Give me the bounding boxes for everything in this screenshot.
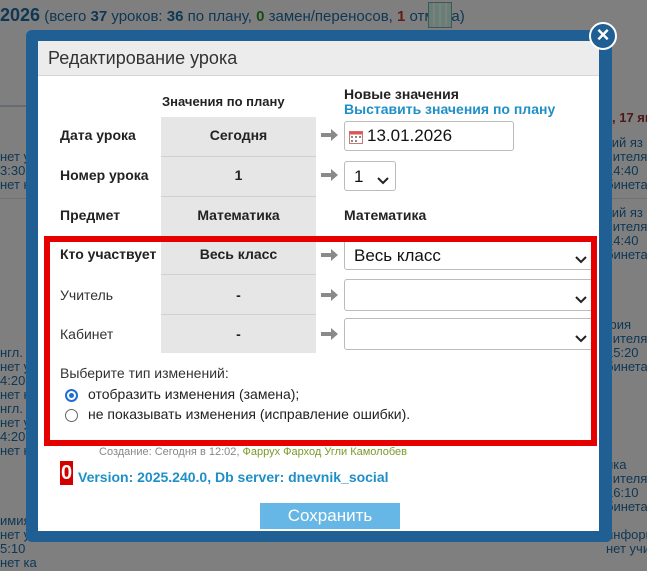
participants-value: Весь класс xyxy=(354,246,441,265)
divider xyxy=(161,314,316,315)
lesson-number-select[interactable]: 1 xyxy=(344,161,396,191)
option-hide-changes-label[interactable]: не показывать изменения (исправление оши… xyxy=(88,406,410,422)
new-values-header: Новые значения xyxy=(344,86,459,102)
divider xyxy=(161,274,316,275)
chevron-down-icon xyxy=(575,250,587,264)
divider xyxy=(161,196,316,197)
created-info: Создание: Сегодня в 12:02, Фаррух Фарход… xyxy=(99,446,407,458)
error-count-badge: 0 xyxy=(60,461,73,485)
save-button[interactable]: Сохранить xyxy=(260,503,400,529)
date-input[interactable]: 13.01.2026 xyxy=(344,121,514,151)
divider xyxy=(161,236,316,237)
dialog-title: Редактирование урока xyxy=(48,48,238,68)
date-value: 13.01.2026 xyxy=(367,126,453,145)
arrow-right-icon[interactable] xyxy=(321,327,339,341)
room-plan-value: - xyxy=(236,326,241,342)
chevron-down-icon xyxy=(377,171,389,185)
dialog-header: Редактирование урока xyxy=(38,41,599,76)
plan-values-header: Значения по плану xyxy=(162,94,285,109)
participants-label: Кто участвует xyxy=(60,246,157,262)
date-label: Дата урока xyxy=(60,127,136,143)
date-plan-value: Сегодня xyxy=(209,127,268,143)
version-info: Version: 2025.240.0, Db server: dnevnik_… xyxy=(78,469,389,485)
divider xyxy=(161,156,316,157)
teacher-plan-value: - xyxy=(236,287,241,303)
option-show-changes-radio[interactable] xyxy=(65,389,78,402)
arrow-right-icon[interactable] xyxy=(321,128,339,142)
change-type-label: Выберите тип изменений: xyxy=(60,365,229,381)
room-label: Кабинет xyxy=(60,326,114,342)
calendar-icon[interactable] xyxy=(349,129,363,144)
lesson-number-label: Номер урока xyxy=(60,167,149,183)
option-show-changes-label[interactable]: отобразить изменения (замена); xyxy=(88,386,299,402)
arrow-right-icon[interactable] xyxy=(321,168,339,182)
subject-value: Математика xyxy=(344,207,427,223)
arrow-right-icon[interactable] xyxy=(321,288,339,302)
lesson-number-value: 1 xyxy=(354,167,364,186)
chevron-down-icon xyxy=(575,290,587,304)
close-icon[interactable]: × xyxy=(589,22,617,50)
subject-plan-value: Математика xyxy=(197,207,280,223)
participants-select[interactable]: Весь класс xyxy=(344,240,594,270)
option-hide-changes-radio[interactable] xyxy=(65,409,78,422)
chevron-down-icon xyxy=(575,329,587,343)
plan-values-column xyxy=(161,117,316,353)
lesson-number-plan-value: 1 xyxy=(234,167,243,183)
participants-plan-value: Весь класс xyxy=(199,246,278,262)
subject-label: Предмет xyxy=(60,207,121,223)
teacher-label: Учитель xyxy=(60,287,114,303)
arrow-right-icon[interactable] xyxy=(321,248,339,262)
set-plan-values-link[interactable]: Выставить значения по плану xyxy=(344,101,555,117)
teacher-select[interactable] xyxy=(344,279,594,311)
room-select[interactable] xyxy=(344,318,594,350)
